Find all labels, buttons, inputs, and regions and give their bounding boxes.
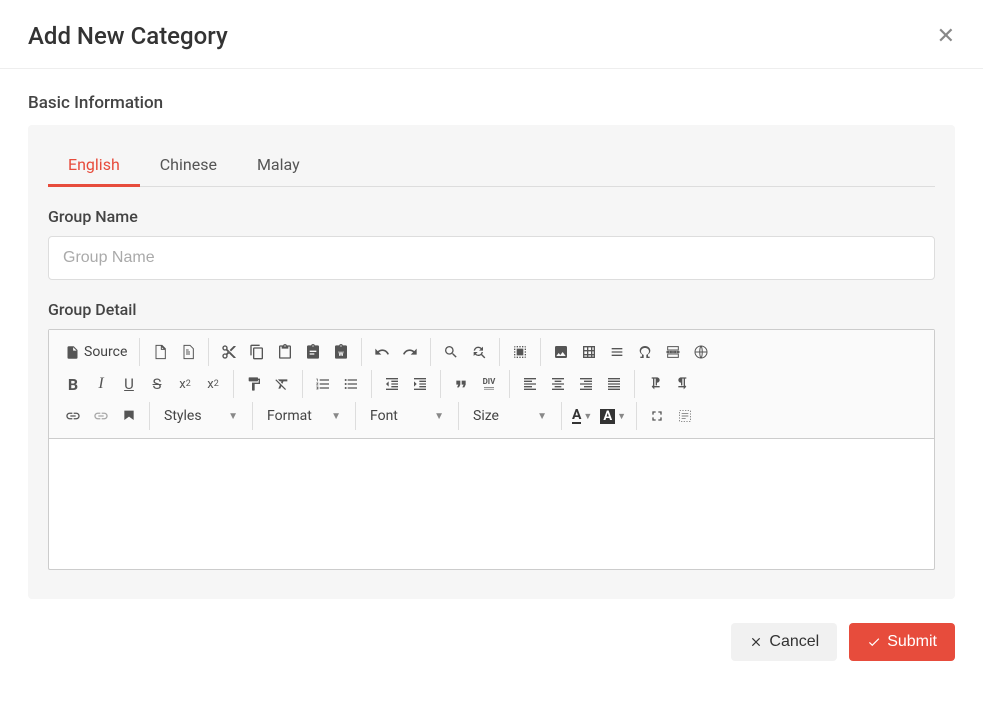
alignright-icon[interactable] [572,370,600,398]
iframe-icon[interactable] [687,338,715,366]
bgcolor-dropdown[interactable]: A▼ [596,402,630,430]
format-label: Format [267,408,312,424]
removeformat-icon[interactable] [268,370,296,398]
showblocks-icon[interactable] [671,402,699,430]
paste-word-icon[interactable]: W [327,338,355,366]
submit-button[interactable]: Submit [849,623,955,661]
replace-icon[interactable] [465,338,493,366]
alignleft-icon[interactable] [516,370,544,398]
font-label: Font [370,408,398,424]
submit-label: Submit [887,633,937,651]
new-page-icon[interactable] [146,338,174,366]
underline-icon[interactable]: U [115,370,143,398]
group-name-label: Group Name [48,207,935,226]
size-label: Size [473,408,499,424]
copy-icon[interactable] [243,338,271,366]
cut-icon[interactable] [215,338,243,366]
unlink-icon[interactable] [87,402,115,430]
group-detail-label: Group Detail [48,300,935,319]
modal-title: Add New Category [28,22,228,50]
close-button[interactable]: ✕ [937,24,955,49]
numberlist-icon[interactable] [309,370,337,398]
image-icon[interactable] [547,338,575,366]
aligncenter-icon[interactable] [544,370,572,398]
table-icon[interactable] [575,338,603,366]
paste-icon[interactable] [271,338,299,366]
ltr-icon[interactable] [641,370,669,398]
source-button[interactable]: Source [59,338,133,366]
format-dropdown[interactable]: Format▼ [259,402,349,430]
redo-icon[interactable] [396,338,424,366]
selectall-icon[interactable] [506,338,534,366]
undo-icon[interactable] [368,338,396,366]
tab-chinese[interactable]: Chinese [140,145,237,187]
bulletlist-icon[interactable] [337,370,365,398]
pagebreak-icon[interactable] [659,338,687,366]
textcolor-dropdown[interactable]: A▼ [568,402,596,430]
size-dropdown[interactable]: Size▼ [465,402,555,430]
superscript-icon[interactable]: x2 [199,370,227,398]
find-icon[interactable] [437,338,465,366]
group-name-input[interactable] [48,236,935,280]
subscript-icon[interactable]: x2 [171,370,199,398]
italic-icon[interactable]: I [87,370,115,398]
alignjustify-icon[interactable] [600,370,628,398]
check-icon [867,635,881,649]
paste-text-icon[interactable] [299,338,327,366]
bold-icon[interactable]: B [59,370,87,398]
tab-malay[interactable]: Malay [237,145,320,187]
maximize-icon[interactable] [643,402,671,430]
form-panel: English Chinese Malay Group Name Group D… [28,125,955,599]
anchor-icon[interactable] [115,402,143,430]
source-label: Source [84,344,127,360]
language-tabs: English Chinese Malay [48,145,935,187]
hr-icon[interactable] [603,338,631,366]
svg-text:W: W [339,351,345,358]
indent-icon[interactable] [406,370,434,398]
rich-text-editor: Source W [48,329,935,570]
section-title: Basic Information [0,69,983,125]
strike-icon[interactable]: S [143,370,171,398]
preview-icon[interactable] [174,338,202,366]
outdent-icon[interactable] [378,370,406,398]
editor-content[interactable] [49,439,934,569]
rtl-icon[interactable] [669,370,697,398]
styles-dropdown[interactable]: Styles▼ [156,402,246,430]
div-icon[interactable]: DIV [475,370,503,398]
font-dropdown[interactable]: Font▼ [362,402,452,430]
close-icon [749,635,763,649]
cancel-button[interactable]: Cancel [731,623,837,661]
styles-label: Styles [164,408,202,424]
copyformat-icon[interactable] [240,370,268,398]
editor-toolbar: Source W [49,330,934,439]
cancel-label: Cancel [769,633,819,651]
link-icon[interactable] [59,402,87,430]
specialchar-icon[interactable] [631,338,659,366]
blockquote-icon[interactable] [447,370,475,398]
tab-english[interactable]: English [48,145,140,187]
